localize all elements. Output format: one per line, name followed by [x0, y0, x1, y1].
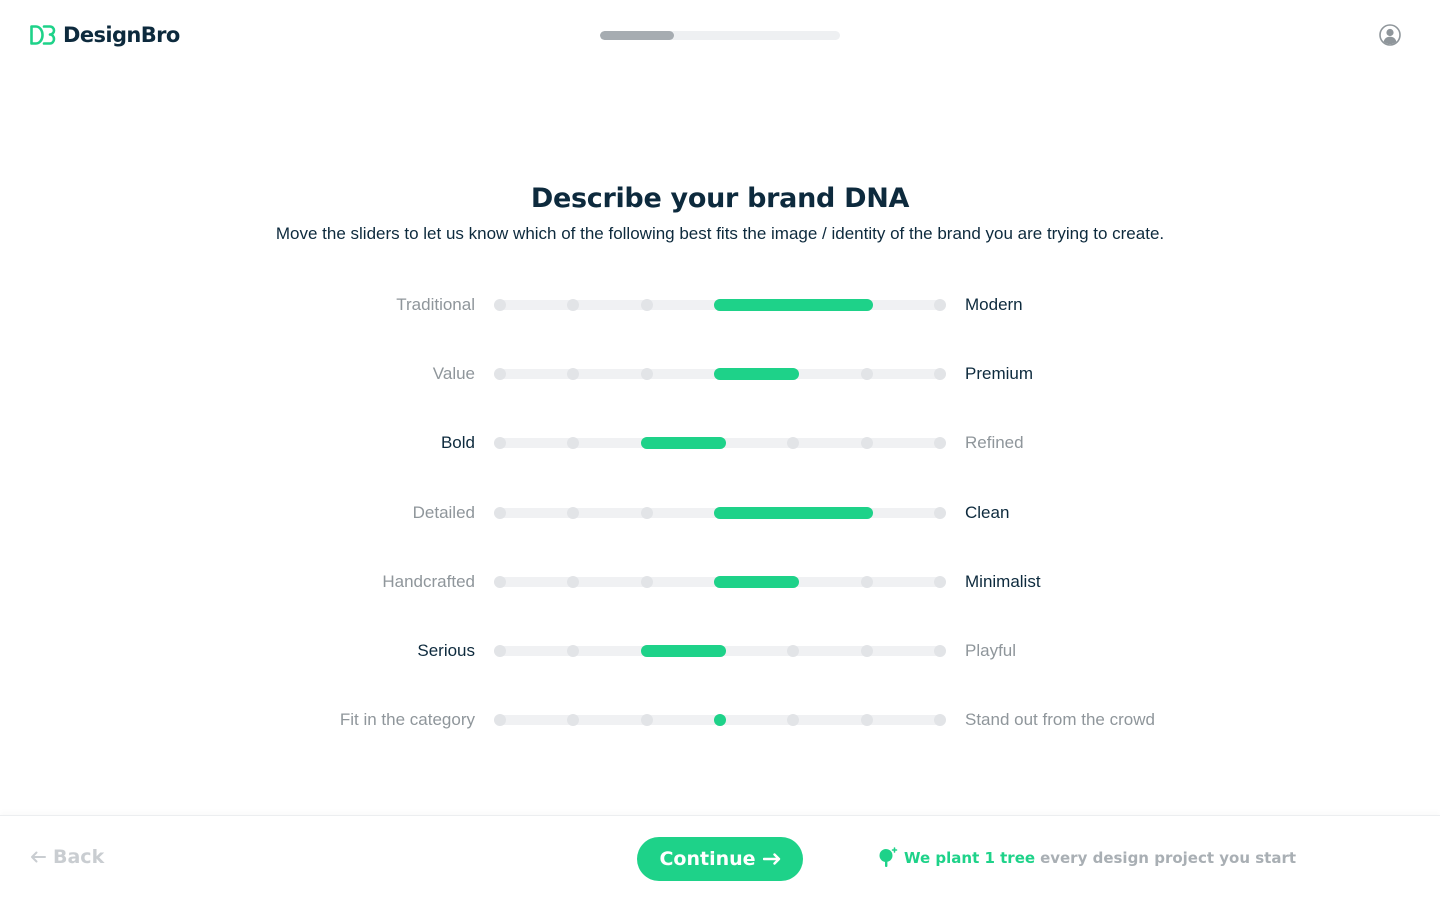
slider-step-dot[interactable] [934, 714, 946, 726]
slider-right-label: Clean [965, 503, 1010, 522]
slider-step-dot[interactable] [567, 299, 580, 311]
slider-step-dot[interactable] [494, 299, 506, 311]
slider-step-dot[interactable] [860, 437, 873, 449]
slider-track[interactable] [494, 437, 946, 449]
slider-range-handle[interactable] [714, 714, 726, 726]
slider-step-dot[interactable] [934, 507, 946, 519]
slider-step-dot[interactable] [860, 714, 873, 726]
slider-step-dot[interactable] [640, 507, 653, 519]
progress-bar-fill [600, 31, 675, 40]
tree-highlight-text: We plant 1 tree [904, 849, 1036, 867]
slider-left-label: Serious [417, 641, 475, 660]
slider-step-dot[interactable] [934, 368, 946, 380]
slider-step-dot[interactable] [567, 576, 580, 588]
slider-step-dot[interactable] [640, 368, 653, 380]
slider-step-dot[interactable] [934, 299, 946, 311]
slider-step-dot[interactable] [640, 576, 653, 588]
back-button[interactable]: Back [30, 846, 104, 868]
progress-bar [600, 31, 840, 40]
footer: Back Continue We plant 1 tree every desi… [0, 815, 1440, 900]
slider-right-label: Refined [965, 433, 1024, 452]
continue-label: Continue [659, 848, 756, 870]
slider-track[interactable] [494, 645, 946, 657]
slider-step-dot[interactable] [934, 576, 946, 588]
slider-step-dot[interactable] [494, 368, 506, 380]
slider-step-dot[interactable] [640, 714, 653, 726]
slider-track[interactable] [494, 507, 946, 519]
designbro-logo-mark-icon [30, 25, 56, 45]
slider-row: Bold Refined [0, 428, 1440, 458]
tree-planting-note: We plant 1 tree every design project you… [878, 847, 1296, 869]
slider-range-handle[interactable] [714, 576, 800, 588]
slider-range-handle[interactable] [640, 645, 726, 657]
slider-track[interactable] [494, 299, 946, 311]
slider-right-label: Playful [965, 641, 1017, 660]
designbro-logo[interactable]: DesignBro [30, 22, 180, 48]
slider-row: Handcrafted Minimalist [0, 567, 1440, 597]
continue-button[interactable]: Continue [637, 837, 803, 881]
tree-icon [879, 847, 898, 867]
slider-step-dot[interactable] [787, 645, 800, 657]
slider-track[interactable] [494, 368, 946, 380]
slider-left-label: Bold [440, 433, 475, 452]
slider-row: Value Premium [0, 359, 1440, 389]
slider-step-dot[interactable] [860, 645, 873, 657]
slider-step-dot[interactable] [567, 645, 580, 657]
slider-range-handle[interactable] [714, 299, 873, 311]
tree-rest-text: every design project you start [1040, 849, 1297, 867]
slider-step-dot[interactable] [860, 368, 873, 380]
slider-row: Fit in the category Stand out from the cr… [0, 705, 1440, 735]
slider-left-label: Handcrafted [382, 572, 475, 591]
slider-step-dot[interactable] [494, 437, 506, 449]
slider-step-dot[interactable] [567, 437, 580, 449]
slider-step-dot[interactable] [640, 299, 653, 311]
slider-step-dot[interactable] [860, 576, 873, 588]
slider-step-dot[interactable] [494, 576, 506, 588]
slider-row: Detailed Clean [0, 498, 1440, 528]
slider-step-dot[interactable] [494, 714, 506, 726]
slider-step-dot[interactable] [934, 437, 946, 449]
page-subtitle: Move the sliders to let us know which of… [275, 224, 1165, 243]
slider-right-label: Stand out from the crowd [965, 710, 1155, 729]
brand-name: DesignBro [63, 23, 180, 47]
slider-row: Traditional Modern [0, 290, 1440, 320]
slider-step-dot[interactable] [567, 507, 580, 519]
slider-track[interactable] [494, 714, 946, 726]
slider-row: Serious Playful [0, 636, 1440, 666]
arrow-left-icon [31, 851, 46, 863]
slider-step-dot[interactable] [494, 507, 506, 519]
header: DesignBro [0, 0, 1440, 70]
slider-step-dot[interactable] [494, 645, 506, 657]
slider-step-dot[interactable] [567, 368, 580, 380]
arrow-right-icon [762, 853, 780, 865]
slider-track[interactable] [494, 576, 946, 588]
slider-step-dot[interactable] [567, 714, 580, 726]
page-title: Describe your brand DNA [530, 183, 910, 214]
slider-left-label: Fit in the category [339, 710, 475, 729]
slider-right-label: Modern [965, 295, 1023, 314]
slider-range-handle[interactable] [714, 507, 873, 519]
user-avatar-icon[interactable] [1379, 24, 1401, 46]
slider-left-label: Traditional [396, 295, 475, 314]
back-label: Back [53, 846, 105, 868]
slider-step-dot[interactable] [787, 714, 800, 726]
slider-step-dot[interactable] [934, 645, 946, 657]
slider-range-handle[interactable] [640, 437, 726, 449]
slider-right-label: Minimalist [965, 572, 1041, 591]
slider-left-label: Detailed [412, 503, 475, 522]
slider-left-label: Value [432, 364, 475, 383]
slider-step-dot[interactable] [787, 437, 800, 449]
slider-range-handle[interactable] [714, 368, 800, 380]
slider-right-label: Premium [965, 364, 1034, 383]
